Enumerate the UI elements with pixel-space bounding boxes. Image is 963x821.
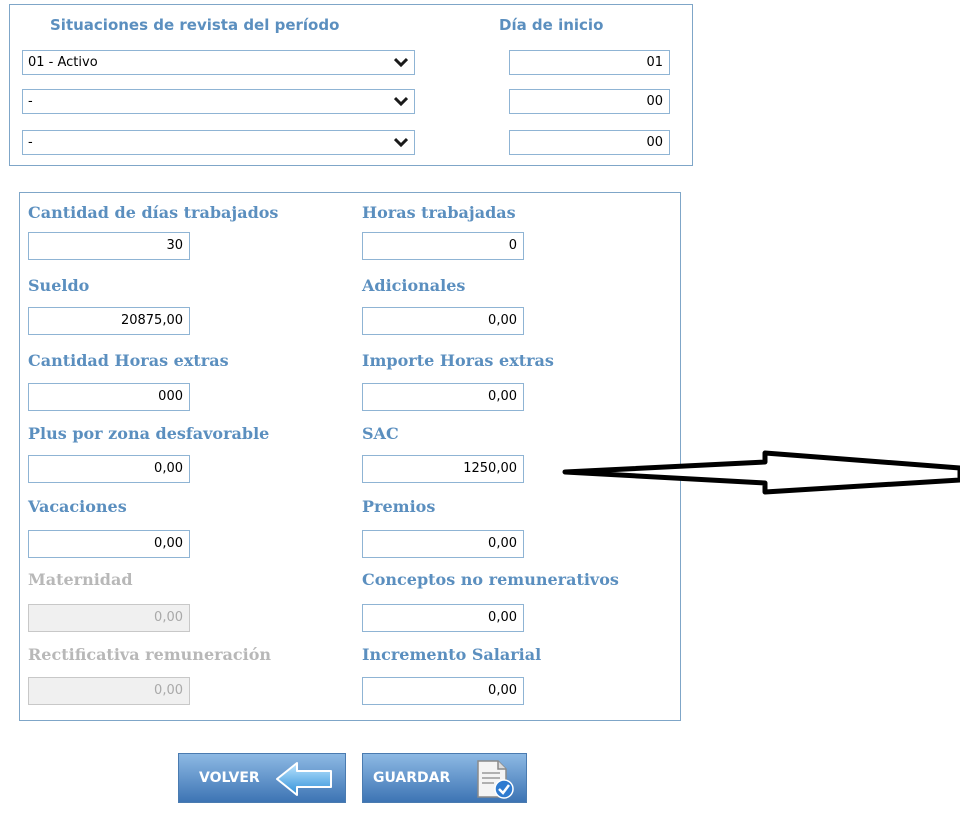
plus-zona-label: Plus por zona desfavorable <box>28 424 270 443</box>
vacaciones-label: Vacaciones <box>28 497 127 516</box>
horas-trabajadas-input[interactable]: 0 <box>362 232 524 260</box>
hollow-arrow-left-icon <box>562 450 960 495</box>
dia-inicio-input-3[interactable]: 00 <box>509 130 670 155</box>
premios-input[interactable]: 0,00 <box>362 530 524 558</box>
horas-trabajadas-label: Horas trabajadas <box>362 203 516 222</box>
maternidad-input: 0,00 <box>28 604 190 632</box>
situacion-select-value: - <box>28 135 33 150</box>
situacion-select-value: 01 - Activo <box>28 55 98 70</box>
chevron-down-icon <box>394 57 408 68</box>
dia-inicio-input-2[interactable]: 00 <box>509 89 670 114</box>
situacion-select-value: - <box>28 94 33 109</box>
situacion-select-3[interactable]: - <box>22 130 415 155</box>
dia-inicio-input-1[interactable]: 01 <box>509 50 670 75</box>
rectificativa-label: Rectificativa remuneración <box>28 645 272 664</box>
volver-button-label: VOLVER <box>199 770 260 786</box>
cant-horas-extras-label: Cantidad Horas extras <box>28 351 229 370</box>
incremento-salarial-input[interactable]: 0,00 <box>362 677 524 705</box>
arrow-left-icon <box>276 762 332 796</box>
adicionales-input[interactable]: 0,00 <box>362 307 524 335</box>
premios-label: Premios <box>362 497 436 516</box>
adicionales-label: Adicionales <box>362 276 466 295</box>
cant-horas-extras-input[interactable]: 000 <box>28 383 190 411</box>
sueldo-input[interactable]: 20875,00 <box>28 307 190 335</box>
dias-trabajados-input[interactable]: 30 <box>28 232 190 260</box>
chevron-down-icon <box>394 137 408 148</box>
vacaciones-input[interactable]: 0,00 <box>28 530 190 558</box>
situaciones-panel: Situaciones de revista del período Día d… <box>9 4 693 166</box>
incremento-salarial-label: Incremento Salarial <box>362 645 542 664</box>
importe-horas-extras-label: Importe Horas extras <box>362 351 554 370</box>
chevron-down-icon <box>394 96 408 107</box>
guardar-button-label: GUARDAR <box>373 770 451 786</box>
rectificativa-input: 0,00 <box>28 677 190 705</box>
dia-inicio-header: Día de inicio <box>499 16 604 34</box>
situacion-select-2[interactable]: - <box>22 89 415 114</box>
situaciones-header: Situaciones de revista del período <box>50 16 340 34</box>
plus-zona-input[interactable]: 0,00 <box>28 455 190 483</box>
importe-horas-extras-input[interactable]: 0,00 <box>362 383 524 411</box>
maternidad-label: Maternidad <box>28 570 133 589</box>
situacion-select-1[interactable]: 01 - Activo <box>22 50 415 75</box>
sac-label: SAC <box>362 424 399 443</box>
conceptos-no-remunerativos-input[interactable]: 0,00 <box>362 604 524 632</box>
volver-button[interactable]: VOLVER <box>178 753 346 803</box>
document-check-icon <box>477 760 514 799</box>
guardar-button[interactable]: GUARDAR <box>362 753 527 803</box>
dias-trabajados-label: Cantidad de días trabajados <box>28 203 279 222</box>
sueldo-label: Sueldo <box>28 276 90 295</box>
conceptos-no-remunerativos-label: Conceptos no remunerativos <box>362 570 619 589</box>
sac-input[interactable]: 1250,00 <box>362 455 524 483</box>
